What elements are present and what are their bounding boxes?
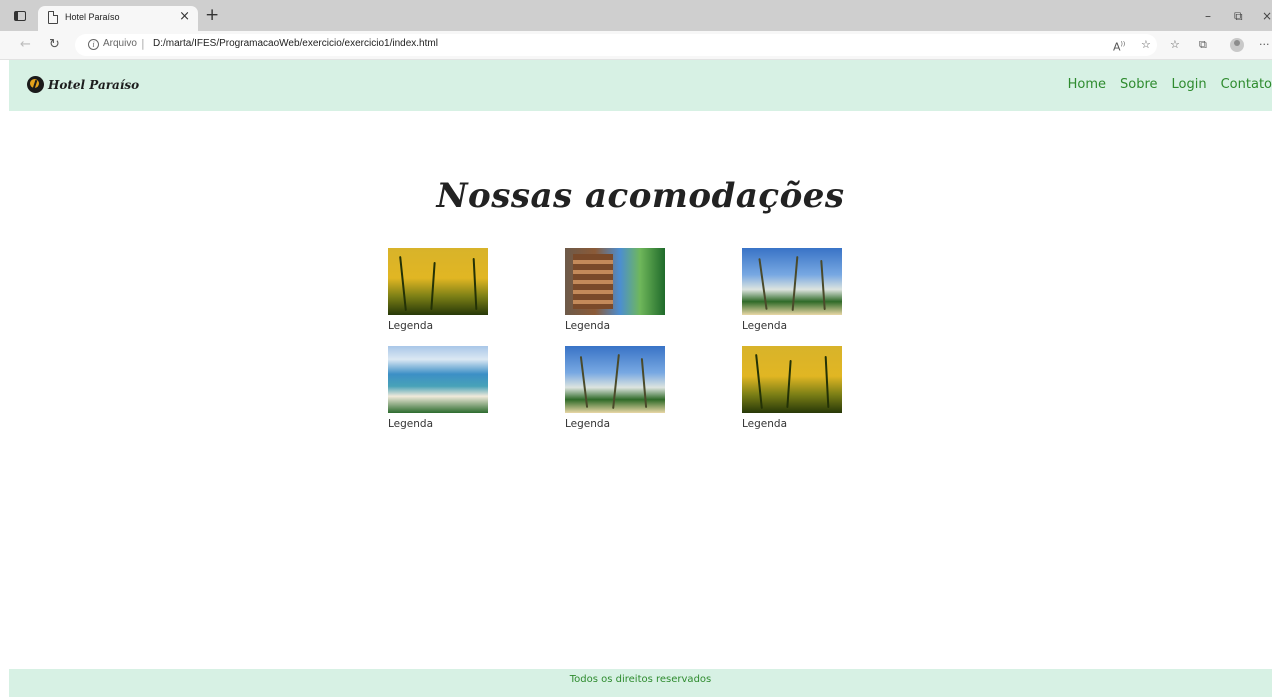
tab-title: Hotel Paraíso [65,12,120,22]
site-header: Hotel Paraíso Home Sobre Login Contato [9,60,1272,111]
gallery-caption: Legenda [388,320,434,332]
restore-icon[interactable]: ⧉ [1234,9,1243,23]
gallery-photo-palm-beach [742,248,842,315]
favorite-add-icon[interactable]: ☆ [1141,38,1151,52]
url-text[interactable]: D:/marta/IFES/ProgramacaoWeb/exercicio/e… [153,38,438,49]
gallery-photo-hotel-balcony [565,248,665,315]
site-footer: Todos os direitos reservados [9,669,1272,697]
close-window-icon[interactable]: × [1262,9,1272,23]
main-nav: Home Sobre Login Contato [1054,77,1272,92]
gallery-photo-palm-sunset [388,248,488,315]
read-aloud-icon[interactable]: A)) [1113,38,1125,55]
web-page: Hotel Paraíso Home Sobre Login Contato N… [9,60,1272,697]
page-title: Nossas acomodações [436,176,845,216]
nav-contato[interactable]: Contato [1221,77,1272,92]
gallery-photo-palm-beach [565,346,665,413]
logo-text: Hotel Paraíso [48,77,140,92]
nav-sobre[interactable]: Sobre [1120,77,1158,92]
browser-tab-strip: Hotel Paraíso × + – ⧉ × [0,0,1272,31]
browser-tab[interactable]: Hotel Paraíso × [38,6,198,31]
info-icon[interactable]: i [88,39,99,50]
gallery-item: Legenda [388,346,488,430]
gallery-photo-coastline [388,346,488,413]
site-logo[interactable]: Hotel Paraíso [27,76,139,93]
gallery-item: Legenda [742,248,842,332]
gallery-item: Legenda [388,248,488,332]
more-icon[interactable]: ··· [1259,38,1270,52]
nav-home[interactable]: Home [1068,77,1106,92]
address-bar-row: ← ↻ i Arquivo | D:/marta/IFES/Programaca… [0,31,1272,60]
favorites-icon[interactable]: ☆ [1170,38,1180,52]
minimize-icon[interactable]: – [1205,9,1211,23]
gallery-caption: Legenda [742,418,788,430]
url-separator: | [141,37,145,50]
address-bar[interactable]: i Arquivo | D:/marta/IFES/ProgramacaoWeb… [75,34,1157,56]
profile-icon[interactable] [1230,38,1244,52]
gallery-caption: Legenda [388,418,434,430]
gallery-caption: Legenda [565,418,611,430]
gallery-caption: Legenda [742,320,788,332]
footer-text: Todos os direitos reservados [569,674,712,685]
gallery-photo-palm-sunset [742,346,842,413]
gallery-item: Legenda [565,346,665,430]
gallery-item: Legenda [565,248,665,332]
back-icon[interactable]: ← [20,37,31,53]
gallery-caption: Legenda [565,320,611,332]
palm-logo-icon [27,76,44,93]
collections-icon[interactable]: ⧉ [1199,38,1207,52]
url-scheme-label: Arquivo [103,38,137,49]
tab-close-icon[interactable]: × [179,9,190,25]
gallery-item: Legenda [742,346,842,430]
page-icon [48,11,58,24]
sidebar-toggle-icon[interactable] [14,11,26,21]
nav-login[interactable]: Login [1172,77,1207,92]
reload-icon[interactable]: ↻ [49,37,60,53]
new-tab-icon[interactable]: + [205,7,219,24]
